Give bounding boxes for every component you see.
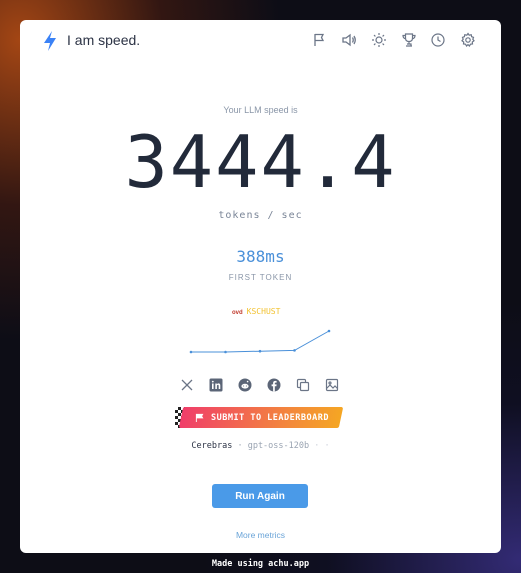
share-row <box>180 377 340 393</box>
flag-icon <box>195 413 204 422</box>
speed-value: 3444.4 <box>124 120 397 204</box>
leaderboard-button-label: SUBMIT TO LEADERBOARD <box>211 412 329 423</box>
footer-credit: Made using achu.app <box>211 559 310 569</box>
lightning-bolt-icon <box>44 31 56 51</box>
top-bar: I am speed. <box>20 20 501 62</box>
sparkline-legend: ovd KSCHUST <box>232 307 280 319</box>
provider-model-line: Cerebras · gpt-oss-120b · · <box>20 441 501 451</box>
first-token-label: FIRST TOKEN <box>228 273 293 282</box>
sparkline-point <box>258 349 262 353</box>
sparkline-point <box>293 349 296 352</box>
leaderboard-button-content: SUBMIT TO LEADERBOARD <box>195 407 345 428</box>
speed-unit: tokens / sec <box>218 210 303 221</box>
first-token-latency: 388ms <box>236 247 285 266</box>
x-icon[interactable] <box>180 377 194 391</box>
volume-icon[interactable] <box>341 32 357 48</box>
legend-logo: ovd <box>232 310 243 316</box>
legend-text: KSCHUST <box>246 307 281 316</box>
model-name: gpt-oss-120b <box>247 441 310 451</box>
history-icon[interactable] <box>430 32 446 48</box>
main-card: I am speed. Your LLM speed is 3444.4 tok… <box>20 20 501 553</box>
separator: · <box>237 441 243 451</box>
linkedin-icon[interactable] <box>209 377 223 392</box>
sun-icon[interactable] <box>371 32 387 48</box>
settings-icon[interactable] <box>460 32 476 48</box>
sparkline-series <box>191 330 330 353</box>
copy-icon[interactable] <box>296 377 310 392</box>
flag-icon[interactable] <box>312 32 328 48</box>
run-again-button[interactable]: Run Again <box>212 484 308 508</box>
more-metrics-link[interactable]: More metrics <box>20 530 501 540</box>
trophy-icon[interactable] <box>401 32 417 48</box>
sparkline-point <box>189 350 193 354</box>
app-title: I am speed. <box>67 32 141 48</box>
facebook-icon[interactable] <box>267 377 281 392</box>
provider-name: Cerebras <box>191 441 233 451</box>
speed-sparkline <box>189 329 331 354</box>
sparkline-point <box>327 329 331 333</box>
sparkline-point <box>224 350 227 354</box>
submit-to-leaderboard-button[interactable]: SUBMIT TO LEADERBOARD <box>175 407 345 428</box>
image-icon[interactable] <box>325 377 339 392</box>
reddit-icon[interactable] <box>238 377 252 392</box>
speed-caption: Your LLM speed is <box>223 105 298 115</box>
trailing-dots: · · <box>314 441 330 451</box>
